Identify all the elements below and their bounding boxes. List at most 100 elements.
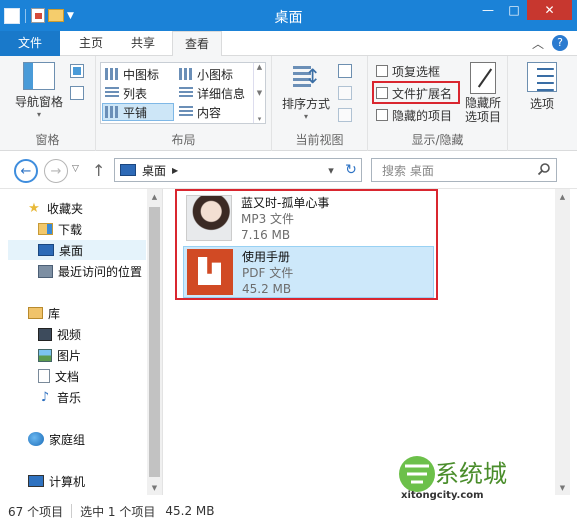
scroll-up-arrow-icon[interactable]: ▲ [147,189,162,204]
list-icon [105,87,119,99]
layout-list[interactable]: 列表 [103,84,147,102]
search-icon[interactable] [537,162,551,176]
address-history-dropdown-icon[interactable]: ▾ [321,164,341,177]
hidden-items-option[interactable]: 隐藏的项目 [376,106,452,124]
star-icon: ★ [28,200,40,216]
preview-pane-icon[interactable] [70,64,84,78]
nav-pane-dropdown-icon: ▾ [36,110,41,119]
nav-item-computer[interactable]: 计算机 [28,471,85,491]
arrow-up-icon: ↑ [92,161,106,180]
small-icons-icon [179,68,193,80]
selected-size: 45.2 MB [165,504,215,518]
nav-item-homegroup[interactable]: 家庭组 [28,429,85,449]
item-checkboxes-option[interactable]: 项复选框 [376,62,440,80]
up-button[interactable]: ↑ [92,161,105,180]
nav-item-favorites[interactable]: ★ 收藏夹 [26,198,83,218]
tiles-label: 平铺 [123,105,148,120]
nav-item-libraries[interactable]: 库 [28,303,60,323]
refresh-icon[interactable]: ↻ [341,162,361,178]
item-checkboxes-checkbox[interactable] [376,65,388,77]
nav-item-music[interactable]: ♪ 音乐 [38,387,81,407]
address-bar[interactable]: 桌面 ▶ ▾ ↻ [114,158,362,182]
scroll-down-arrow-icon[interactable]: ▼ [147,480,162,495]
item-count: 67 个项目 [8,504,64,519]
nav-item-videos[interactable]: 视频 [38,324,81,344]
options-label: 选项 [529,97,554,111]
nav-label-homegroup: 家庭组 [49,432,86,447]
hide-selected-button[interactable]: 隐藏所 选项目 [460,62,506,124]
documents-icon [38,369,50,383]
item-checkboxes-label: 项复选框 [392,64,441,79]
group-current-view: 排序方式 ▾ 当前视图 [272,56,368,151]
expand-gallery-icon[interactable]: ▾ [258,115,262,123]
hide-selected-label-2: 选项目 [464,110,501,124]
layout-content[interactable]: 内容 [177,103,221,121]
breadcrumb-desktop[interactable]: 桌面 [142,162,166,179]
help-icon[interactable]: ? [552,35,568,51]
collapse-ribbon-icon[interactable]: ︿ [532,35,544,52]
nav-item-pictures[interactable]: 图片 [38,345,81,365]
details-icon [179,87,193,99]
options-button[interactable]: 选项 [516,62,568,112]
tab-share[interactable]: 共享 [120,31,166,56]
back-button[interactable]: ← [14,159,38,183]
highlight-files [175,189,438,300]
hide-selected-icon [470,62,496,94]
scroll-down-arrow-icon[interactable]: ▼ [555,480,570,495]
nav-item-desktop[interactable]: 桌面 [8,240,146,260]
recent-locations-dropdown-icon[interactable]: ▽ [72,164,79,174]
pictures-icon [38,348,52,362]
group-pane: 导航窗格 ▾ 窗格 [0,56,96,151]
nav-pane-scroll-thumb[interactable] [149,207,160,477]
close-button[interactable]: ✕ [527,0,572,20]
homegroup-icon [28,432,44,446]
nav-item-recent[interactable]: 最近访问的位置 [38,261,142,281]
chevron-down-icon[interactable]: ▼ [257,89,262,97]
minimize-button[interactable]: — [475,0,501,20]
medium-icons-label: 中图标 [123,67,160,82]
layout-details[interactable]: 详细信息 [177,84,245,102]
navigation-pane: ★ 收藏夹 下载 桌面 最近访问的位置 库 视频 图片 文档 ♪ 音乐 家庭组 … [0,189,163,495]
group-current-view-label: 当前视图 [295,133,344,147]
window-controls: — □ ✕ [475,0,572,20]
nav-pane-scrollbar[interactable]: ▲ ▼ [147,189,162,495]
hidden-items-checkbox[interactable] [376,109,388,121]
highlight-file-extensions [372,81,460,104]
maximize-button[interactable]: □ [501,0,527,20]
hidden-items-label: 隐藏的项目 [392,108,453,123]
scroll-up-arrow-icon[interactable]: ▲ [555,189,570,204]
nav-item-documents[interactable]: 文档 [38,366,79,386]
layout-tiles[interactable]: 平铺 [102,103,174,121]
size-columns-icon[interactable] [338,108,352,122]
nav-label-libraries: 库 [48,306,61,321]
breadcrumb-chevron-icon[interactable]: ▶ [172,166,178,175]
forward-button[interactable]: → [44,159,68,183]
nav-pane-button[interactable]: 导航窗格 ▾ [8,62,70,119]
chevron-up-icon[interactable]: ▲ [257,63,262,71]
group-by-icon[interactable] [338,64,352,78]
nav-label-videos: 视频 [57,327,82,342]
sort-by-button[interactable]: 排序方式 ▾ [278,62,334,121]
nav-item-downloads[interactable]: 下载 [38,219,82,239]
details-pane-icon[interactable] [70,86,84,100]
music-icon: ♪ [40,389,50,405]
title-bar: ▼ 桌面 — □ ✕ [0,0,577,31]
tiles-icon [105,106,119,118]
file-list-scrollbar[interactable]: ▲ ▼ [555,189,570,495]
group-layout-label: 布局 [171,133,196,147]
small-icons-label: 小图标 [197,67,234,82]
nav-label-documents: 文档 [55,369,80,384]
layout-gallery-scroll[interactable]: ▲ ▼ ▾ [253,63,265,123]
videos-icon [38,327,52,341]
layout-medium-icons[interactable]: 中图标 [103,65,159,83]
tab-file[interactable]: 文件 [0,31,60,56]
nav-label-recent: 最近访问的位置 [58,264,143,279]
tab-home[interactable]: 主页 [68,31,114,56]
libraries-icon [28,307,43,319]
search-input[interactable]: 搜索 桌面 [371,158,557,182]
nav-pane-icon [23,62,55,90]
tab-view[interactable]: 查看 [172,31,222,57]
sort-dropdown-icon: ▾ [303,112,308,121]
layout-small-icons[interactable]: 小图标 [177,65,233,83]
add-columns-icon[interactable] [338,86,352,100]
